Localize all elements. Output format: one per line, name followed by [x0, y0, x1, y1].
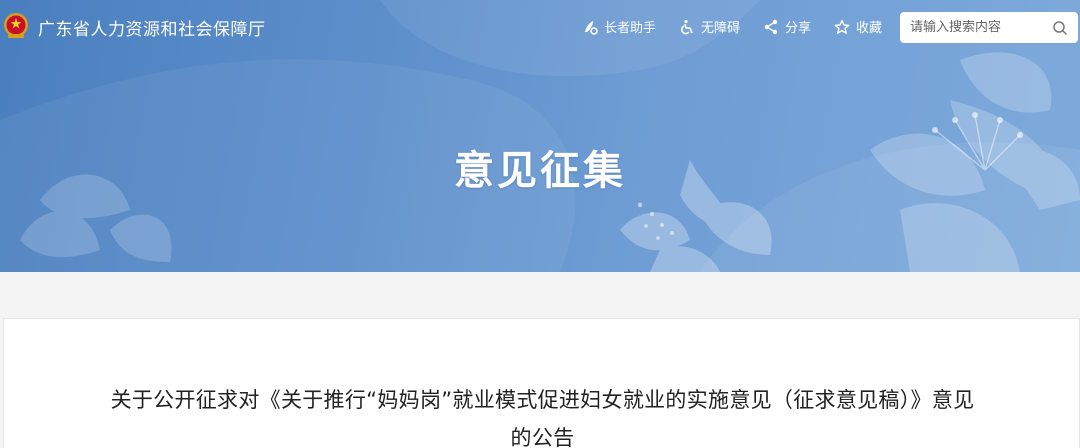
accessibility-label: 无障碍: [701, 21, 741, 36]
favorite-button[interactable]: 收藏: [834, 17, 882, 36]
article-title-line-2: 的公告: [510, 426, 575, 448]
share-label: 分享: [785, 21, 812, 36]
favorite-label: 收藏: [856, 21, 883, 36]
search-input[interactable]: [910, 20, 1050, 35]
article-title: 关于公开征求对《关于推行“妈妈岗”就业模式促进妇女就业的实施意见（征求意见稿）》…: [74, 381, 1011, 448]
accessibility-button[interactable]: 无障碍: [679, 17, 740, 36]
star-icon: [834, 19, 850, 34]
search-icon[interactable]: [1052, 20, 1068, 36]
accessibility-icon: [681, 19, 693, 34]
share-icon: [764, 19, 778, 34]
article-card: 关于公开征求对《关于推行“妈妈岗”就业模式促进妇女就业的实施意见（征求意见稿）》…: [3, 318, 1080, 448]
search-box: [900, 12, 1078, 43]
share-button[interactable]: 分享: [763, 17, 811, 36]
elder-assist-icon: [585, 20, 598, 35]
elder-assist-label: 长者助手: [604, 21, 657, 36]
national-emblem-icon[interactable]: [3, 12, 29, 40]
article-title-line-1: 关于公开征求对《关于推行“妈妈岗”就业模式促进妇女就业的实施意见（征求意见稿）》…: [110, 388, 975, 412]
elder-assist-button[interactable]: 长者助手: [582, 17, 656, 36]
header-tools: 长者助手 无障碍 分享 收藏: [582, 17, 905, 36]
page-title: 意见征集: [454, 148, 626, 194]
site-title[interactable]: 广东省人力资源和社会保障厅: [38, 15, 266, 40]
top-navigation-bar: 广东省人力资源和社会保障厅 长者助手 无障碍 分享 收藏 请输入搜索内容: [0, 0, 1080, 54]
